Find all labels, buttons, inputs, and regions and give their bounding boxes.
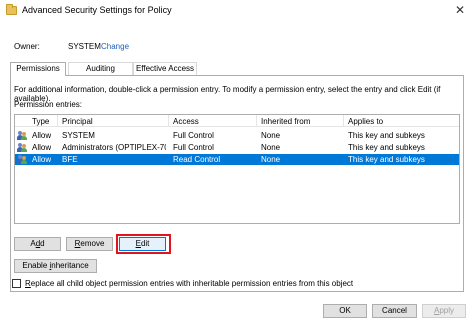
info-text: For additional information, double-click… (14, 85, 441, 103)
add-button[interactable]: Add (14, 237, 61, 251)
user-group-icon (17, 143, 28, 152)
cell-applies-to: This key and subkeys (348, 155, 425, 164)
owner-value: SYSTEM (68, 42, 101, 51)
column-header-inherited-from[interactable]: Inherited from (261, 117, 310, 126)
user-group-icon (17, 155, 28, 164)
change-owner-link[interactable]: Change (101, 42, 129, 51)
cell-principal: SYSTEM (62, 131, 95, 140)
cell-access: Full Control (173, 131, 214, 140)
user-group-icon (17, 131, 28, 140)
cell-inherited-from: None (261, 155, 281, 164)
column-header-applies-to[interactable]: Applies to (348, 117, 383, 126)
title-bar: Advanced Security Settings for Policy ✕ (0, 0, 474, 22)
table-header: Type Principal Access Inherited from App… (15, 115, 459, 127)
cancel-button[interactable]: Cancel (372, 304, 417, 318)
ok-button[interactable]: OK (323, 304, 367, 318)
cell-principal: Administrators (OPTIPLEX-70... (62, 143, 166, 152)
window-title: Advanced Security Settings for Policy (22, 5, 172, 15)
permission-entries-table[interactable]: Type Principal Access Inherited from App… (14, 114, 460, 224)
cell-inherited-from: None (261, 143, 281, 152)
cell-type: Allow (32, 143, 52, 152)
cell-access: Full Control (173, 143, 214, 152)
column-divider[interactable] (343, 115, 344, 127)
column-divider[interactable] (168, 115, 169, 127)
cell-inherited-from: None (261, 131, 281, 140)
cell-type: Allow (32, 155, 52, 164)
remove-button[interactable]: Remove (66, 237, 113, 251)
cell-principal: BFE (62, 155, 78, 164)
folder-icon (6, 4, 17, 15)
tab-effective-access[interactable]: Effective Access (133, 62, 197, 75)
enable-inheritance-button[interactable]: Enable inheritance (14, 259, 97, 273)
table-row[interactable]: Allow Administrators (OPTIPLEX-70... Ful… (15, 142, 459, 153)
replace-permissions-label: Replace all child object permission entr… (25, 279, 354, 288)
apply-button[interactable]: Apply (422, 304, 466, 318)
tab-auditing[interactable]: Auditing (68, 62, 133, 75)
cell-access: Read Control (173, 155, 221, 164)
column-header-access[interactable]: Access (173, 117, 199, 126)
column-divider[interactable] (57, 115, 58, 127)
column-divider[interactable] (256, 115, 257, 127)
column-header-type[interactable]: Type (32, 117, 49, 126)
close-icon[interactable]: ✕ (450, 2, 470, 18)
cell-applies-to: This key and subkeys (348, 131, 425, 140)
cell-applies-to: This key and subkeys (348, 143, 425, 152)
cell-type: Allow (32, 131, 52, 140)
table-row-selected[interactable]: Allow BFE Read Control None This key and… (15, 154, 459, 165)
owner-label: Owner: (14, 42, 40, 51)
edit-highlight-box (116, 234, 171, 254)
column-header-principal[interactable]: Principal (62, 117, 93, 126)
permission-entries-label: Permission entries: (14, 100, 83, 109)
replace-permissions-checkbox[interactable] (12, 279, 21, 288)
tab-permissions[interactable]: Permissions (10, 62, 66, 76)
table-row[interactable]: Allow SYSTEM Full Control None This key … (15, 130, 459, 141)
